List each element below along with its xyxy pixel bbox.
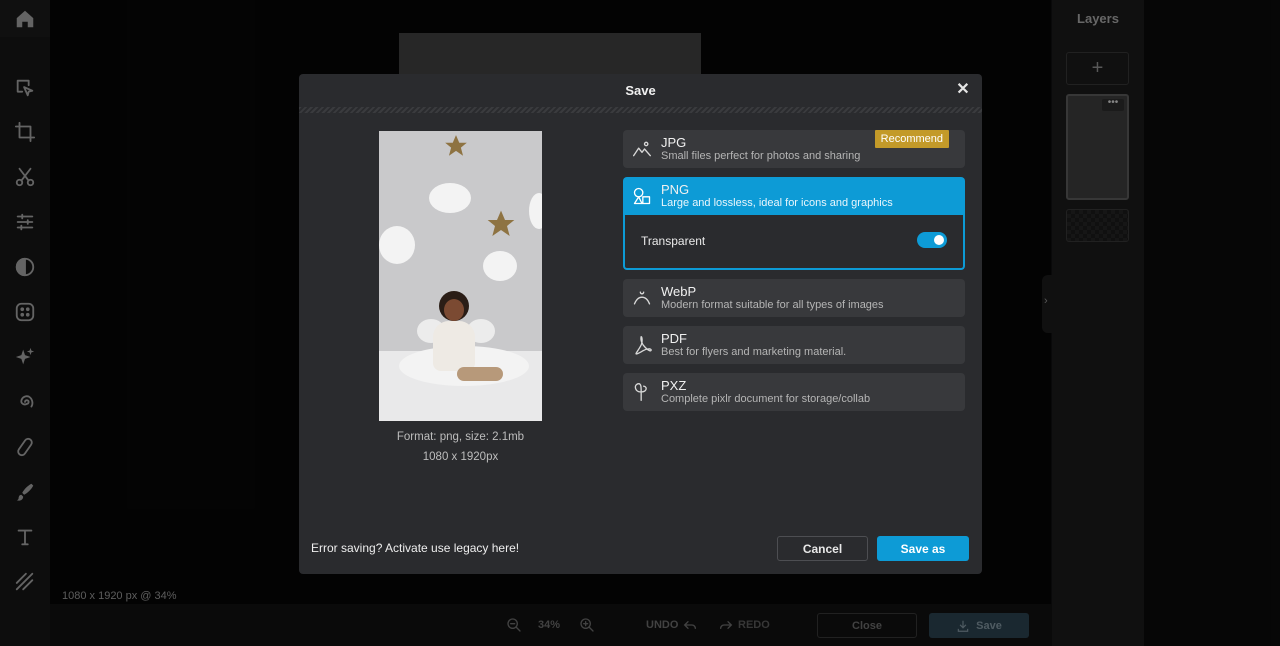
format-name: PXZ [661, 378, 687, 393]
toggle-knob [934, 235, 944, 245]
transparent-label: Transparent [641, 234, 706, 248]
format-desc: Modern format suitable for all types of … [661, 299, 884, 311]
format-option-pxz[interactable]: PXZ Complete pixlr document for storage/… [623, 373, 965, 411]
pixlr-icon [632, 382, 652, 402]
preview-child-legs [457, 367, 503, 381]
format-desc: Large and lossless, ideal for icons and … [661, 197, 893, 209]
format-option-jpg[interactable]: JPG Small files perfect for photos and s… [623, 130, 965, 168]
format-desc: Best for flyers and marketing material. [661, 346, 847, 358]
format-desc: Complete pixlr document for storage/coll… [661, 393, 871, 405]
format-option-png[interactable]: PNG Large and lossless, ideal for icons … [623, 177, 965, 215]
cancel-button[interactable]: Cancel [777, 536, 868, 561]
image-preview [379, 131, 542, 421]
star-decoration-icon [443, 133, 469, 159]
image-icon [632, 139, 652, 159]
close-icon[interactable]: ✕ [954, 81, 972, 99]
preview-cloud [429, 183, 471, 213]
preview-dimensions: 1080 x 1920px [422, 451, 499, 463]
preview-child-face [444, 299, 464, 321]
dialog-title: Save [625, 83, 656, 98]
format-name: WebP [661, 284, 697, 299]
preview-cloud [379, 226, 415, 264]
recommend-badge: Recommend [874, 130, 949, 148]
format-desc: Small files perfect for photos and shari… [661, 150, 861, 162]
format-name: PDF [661, 331, 687, 346]
shapes-icon [632, 186, 652, 206]
format-name: PNG [661, 182, 690, 197]
preview-child [433, 321, 475, 371]
transparent-toggle[interactable] [917, 232, 947, 248]
format-option-webp[interactable]: WebP Modern format suitable for all type… [623, 279, 965, 317]
preview-format-info: Format: png, size: 2.1mb [396, 431, 525, 443]
format-option-pdf[interactable]: PDF Best for flyers and marketing materi… [623, 326, 965, 364]
png-options-panel: Transparent [623, 215, 965, 270]
star-decoration-icon [485, 208, 517, 240]
editor-app: 1080 x 1920 px @ 34% › Layers + ••• 34% … [0, 0, 1280, 646]
save-dialog: Save ✕ Format: png, size: 2.1mb 1080 x 1… [299, 74, 982, 574]
pdf-icon [632, 335, 652, 355]
format-name: JPG [661, 135, 687, 150]
save-as-button[interactable]: Save as [877, 536, 969, 561]
header-divider [299, 107, 982, 113]
webp-icon [632, 288, 652, 308]
preview-cloud [529, 193, 542, 229]
preview-cloud [483, 251, 517, 281]
legacy-save-link[interactable]: Error saving? Activate use legacy here! [311, 541, 519, 555]
